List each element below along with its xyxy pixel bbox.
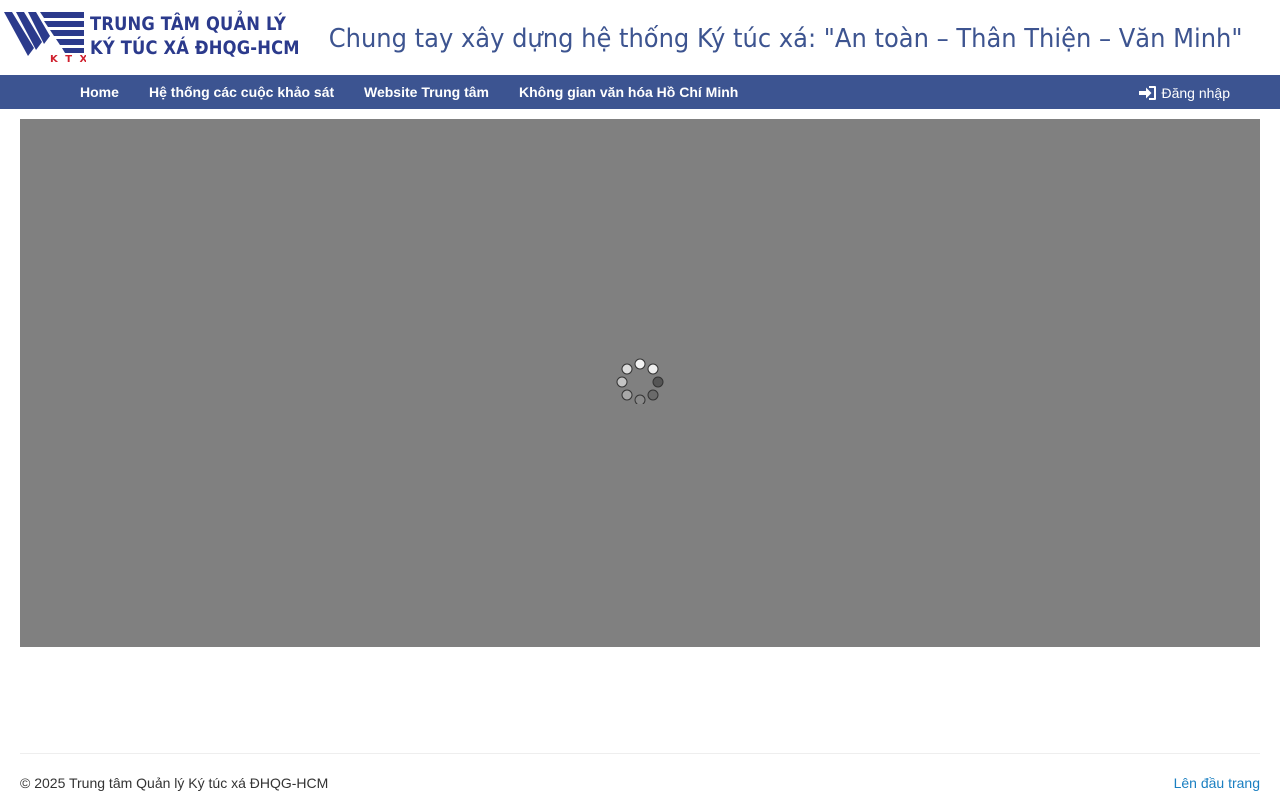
loading-spinner-icon	[616, 358, 664, 404]
logo-line-2: KÝ TÚC XÁ ĐHQG-HCM	[90, 37, 300, 59]
site-logo[interactable]: K T X TRUNG TÂM QUẢN LÝ KÝ TÚC XÁ ĐHQG-H…	[4, 10, 300, 66]
login-label: Đăng nhập	[1161, 85, 1230, 101]
login-link[interactable]: Đăng nhập	[1139, 75, 1230, 109]
main-navbar: Home Hệ thống các cuộc khảo sát Website …	[0, 75, 1280, 109]
logo-line-1: TRUNG TÂM QUẢN LÝ	[90, 13, 287, 35]
footer-divider	[20, 753, 1260, 754]
logo-wordmark: TRUNG TÂM QUẢN LÝ KÝ TÚC XÁ ĐHQG-HCM	[90, 12, 300, 60]
footer-copyright: © 2025 Trung tâm Quản lý Ký túc xá ĐHQG-…	[20, 775, 329, 791]
nav-item-surveys[interactable]: Hệ thống các cuộc khảo sát	[149, 75, 334, 109]
ktx-logo-icon: K T X	[4, 12, 86, 64]
nav-item-ho-chi-minh-space[interactable]: Không gian văn hóa Hồ Chí Minh	[519, 75, 738, 109]
header-slogan: Chung tay xây dựng hệ thống Ký túc xá: "…	[328, 24, 1242, 54]
site-header: K T X TRUNG TÂM QUẢN LÝ KÝ TÚC XÁ ĐHQG-H…	[0, 0, 1280, 75]
loading-overlay	[20, 119, 1260, 647]
sign-in-icon	[1139, 86, 1157, 100]
nav-item-center-website[interactable]: Website Trung tâm	[364, 75, 489, 109]
back-to-top-link[interactable]: Lên đầu trang	[1174, 774, 1260, 792]
svg-text:K T X: K T X	[50, 54, 86, 64]
nav-item-home[interactable]: Home	[80, 75, 119, 109]
